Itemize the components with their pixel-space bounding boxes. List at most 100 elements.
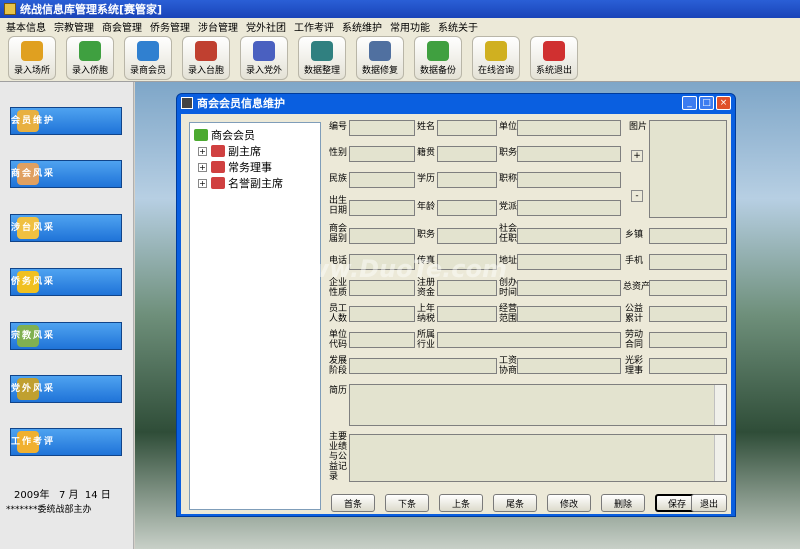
next-record-button[interactable]: 下条 [385, 494, 429, 512]
achievements-textarea[interactable] [349, 434, 727, 482]
name-field[interactable] [437, 120, 497, 136]
toolbar-button-label: 系统退出 [535, 65, 572, 76]
age-field[interactable] [437, 200, 497, 216]
expand-icon[interactable]: + [198, 162, 207, 172]
social-field[interactable] [517, 228, 621, 244]
toolbar-button[interactable]: 数据备份 [414, 35, 462, 80]
label-staff: 员工人数 [329, 304, 348, 324]
expand-icon[interactable]: + [198, 178, 207, 188]
book-icon [195, 40, 217, 61]
building-icon [21, 40, 43, 61]
photo-add-button[interactable]: + [631, 150, 643, 162]
duty2-field[interactable] [437, 228, 497, 244]
township-field[interactable] [649, 228, 727, 244]
sidebar-button[interactable]: 工作考评 [10, 428, 122, 456]
minimize-button[interactable]: _ [682, 96, 697, 110]
sidebar-button[interactable]: 党外风采 [10, 375, 122, 403]
assets-field[interactable] [649, 280, 727, 296]
founded-field[interactable] [517, 280, 621, 296]
staff-field[interactable] [349, 306, 415, 322]
toolbar-button[interactable]: 录商会员 [124, 35, 172, 80]
toolbar-button[interactable]: 系统退出 [530, 35, 578, 80]
resume-textarea[interactable] [349, 384, 727, 426]
sidebar-button[interactable]: 商会风采 [10, 160, 122, 188]
code-field[interactable] [349, 120, 415, 136]
menu-item[interactable]: 系统关于 [434, 19, 482, 34]
exit-button[interactable]: 退出 [691, 494, 727, 512]
menu-item[interactable]: 系统维护 [338, 19, 386, 34]
label-party: 党派 [499, 202, 518, 212]
prev-record-button[interactable]: 上条 [439, 494, 483, 512]
sidebar-button-label: 商会风采 [11, 169, 56, 179]
tree-node[interactable]: + 名誉副主席 [198, 175, 316, 191]
labor-field[interactable] [649, 332, 727, 348]
address-field[interactable] [517, 254, 621, 270]
achievements-scrollbar[interactable] [714, 435, 726, 481]
date-day: 14 日 [84, 490, 111, 501]
date-display: 2009年 7 月 14 日 [14, 486, 111, 501]
menu-item[interactable]: 常用功能 [386, 19, 434, 34]
duty-field[interactable] [517, 146, 621, 162]
ethnicity-field[interactable] [349, 172, 415, 188]
label-ethnicity: 民族 [329, 174, 348, 184]
toolbar-button[interactable]: 录入侨胞 [66, 35, 114, 80]
footer-sponsor: *******委统战部主办 [6, 505, 92, 515]
tax-field[interactable] [437, 306, 497, 322]
menu-item[interactable]: 工作考评 [290, 19, 338, 34]
mobile-field[interactable] [649, 254, 727, 270]
sidebar-button[interactable]: 宗教风采 [10, 322, 122, 350]
toolbar-button[interactable]: 录入党外 [240, 35, 288, 80]
wage-field[interactable] [517, 358, 621, 374]
education-field[interactable] [437, 172, 497, 188]
sidebar-button[interactable]: 侨务风采 [10, 268, 122, 296]
edit-button[interactable]: 修改 [547, 494, 591, 512]
sidebar-button[interactable]: 会员维护 [10, 107, 122, 135]
charity-field[interactable] [649, 306, 727, 322]
unit-field[interactable] [517, 120, 621, 136]
label-mobile: 手机 [625, 256, 644, 266]
toolbar-button[interactable]: 数据修复 [356, 35, 404, 80]
stage-field[interactable] [349, 358, 497, 374]
menu-bar: 基本信息 宗教管理 商会管理 侨务管理 涉台管理 党外社团 工作考评 系统维护 常用功能 系统关于 [0, 18, 800, 34]
gender-field[interactable] [349, 146, 415, 162]
term-field[interactable] [349, 228, 415, 244]
party-field[interactable] [517, 200, 621, 216]
member-info-dialog: 商会会员信息维护 _ □ × 商会会员 + 副主席 + 常务理事 + 名誉副主席… [176, 93, 736, 517]
first-record-button[interactable]: 首条 [331, 494, 375, 512]
delete-button[interactable]: 删除 [601, 494, 645, 512]
birth-field[interactable] [349, 200, 415, 216]
scope-field[interactable] [517, 306, 621, 322]
menu-item[interactable]: 商会管理 [98, 19, 146, 34]
member-tree[interactable]: 商会会员 + 副主席 + 常务理事 + 名誉副主席 [189, 122, 321, 510]
toolbar-button[interactable]: 录入台胞 [182, 35, 230, 80]
tree-node[interactable]: + 副主席 [198, 143, 316, 159]
last-record-button[interactable]: 尾条 [493, 494, 537, 512]
unitcode-field[interactable] [349, 332, 415, 348]
download-icon [79, 40, 101, 61]
menu-item[interactable]: 基本信息 [2, 19, 50, 34]
menu-item[interactable]: 党外社团 [242, 19, 290, 34]
photo-remove-button[interactable]: - [631, 190, 643, 202]
toolbar-button[interactable]: 在线咨询 [472, 35, 520, 80]
resume-scrollbar[interactable] [714, 385, 726, 425]
industry-field[interactable] [437, 332, 621, 348]
toolbar-button[interactable]: 录入场所 [8, 35, 56, 80]
tree-root[interactable]: 商会会员 [194, 127, 316, 143]
close-button[interactable]: × [716, 96, 731, 110]
menu-item[interactable]: 侨务管理 [146, 19, 194, 34]
maximize-button[interactable]: □ [699, 96, 714, 110]
title-field[interactable] [517, 172, 621, 188]
menu-item[interactable]: 宗教管理 [50, 19, 98, 34]
expand-icon[interactable]: + [198, 146, 207, 156]
sidebar-button[interactable]: 涉台风采 [10, 214, 122, 242]
label-wage: 工资协商 [499, 356, 518, 376]
people-icon [253, 40, 275, 61]
guangcai-field[interactable] [649, 358, 727, 374]
label-resume: 简历 [329, 386, 348, 396]
origin-field[interactable] [437, 146, 497, 162]
toolbar-button[interactable]: 数据整理 [298, 35, 346, 80]
tree-node[interactable]: + 常务理事 [198, 159, 316, 175]
menu-item[interactable]: 涉台管理 [194, 19, 242, 34]
photo-box[interactable] [649, 120, 727, 218]
label-unitcode: 单位代码 [329, 330, 348, 350]
